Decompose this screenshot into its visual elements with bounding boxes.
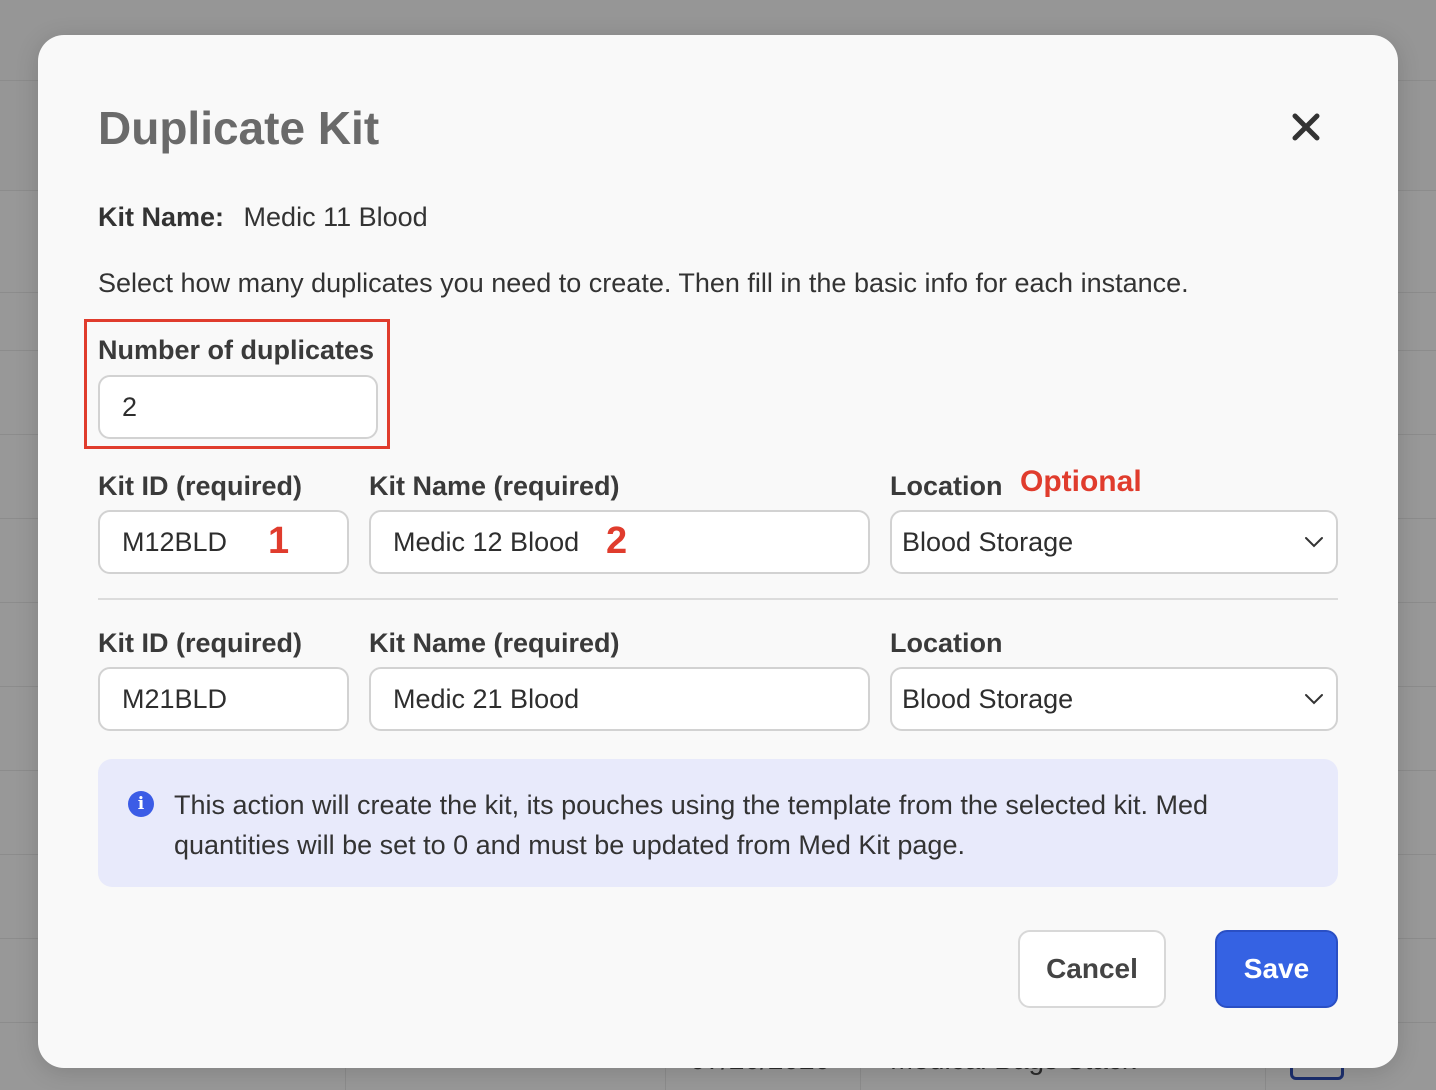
source-kit-label: Kit Name: — [98, 202, 225, 232]
source-kit-name: Kit Name: Medic 11 Blood — [98, 202, 428, 233]
duplicate-kit-modal: Duplicate Kit Kit Name: Medic 11 Blood S… — [38, 35, 1398, 1068]
location-select-1[interactable]: Blood Storage — [890, 510, 1338, 574]
close-icon — [1292, 113, 1320, 141]
location-select-2[interactable]: Blood Storage — [890, 667, 1338, 731]
num-duplicates-input[interactable]: 2 — [98, 375, 378, 439]
modal-title: Duplicate Kit — [98, 102, 380, 154]
kit-id-input-2[interactable]: M21BLD — [98, 667, 349, 731]
close-button[interactable] — [1286, 107, 1326, 147]
annotation-marker-2: 2 — [606, 520, 628, 562]
location-select-2-value: Blood Storage — [902, 683, 1074, 714]
kit-name-label-2: Kit Name (required) — [369, 628, 620, 658]
annotation-optional: Optional — [1020, 465, 1142, 498]
kit-id-label-2: Kit ID (required) — [98, 628, 303, 658]
chevron-down-icon — [1305, 694, 1323, 705]
info-alert: i This action will create the kit, its p… — [98, 759, 1338, 887]
row-divider — [98, 598, 1338, 600]
location-label-2: Location — [890, 628, 1003, 658]
kit-name-input-2[interactable]: Medic 21 Blood — [369, 667, 870, 731]
annotation-marker-1: 1 — [268, 520, 290, 562]
location-label-1: Location — [890, 471, 1003, 501]
save-button[interactable]: Save — [1215, 930, 1338, 1008]
location-select-1-value: Blood Storage — [902, 526, 1074, 557]
num-duplicates-label: Number of duplicates — [98, 335, 375, 365]
chevron-down-icon — [1305, 537, 1323, 548]
info-icon: i — [128, 791, 154, 817]
source-kit-value: Medic 11 Blood — [243, 202, 428, 232]
instructions-text: Select how many duplicates you need to c… — [98, 268, 1189, 298]
kit-id-label-1: Kit ID (required) — [98, 471, 303, 501]
kit-id-input-1[interactable]: M12BLD — [98, 510, 349, 574]
info-text: This action will create the kit, its pou… — [174, 790, 1208, 860]
cancel-button[interactable]: Cancel — [1018, 930, 1166, 1008]
kit-name-label-1: Kit Name (required) — [369, 471, 620, 501]
